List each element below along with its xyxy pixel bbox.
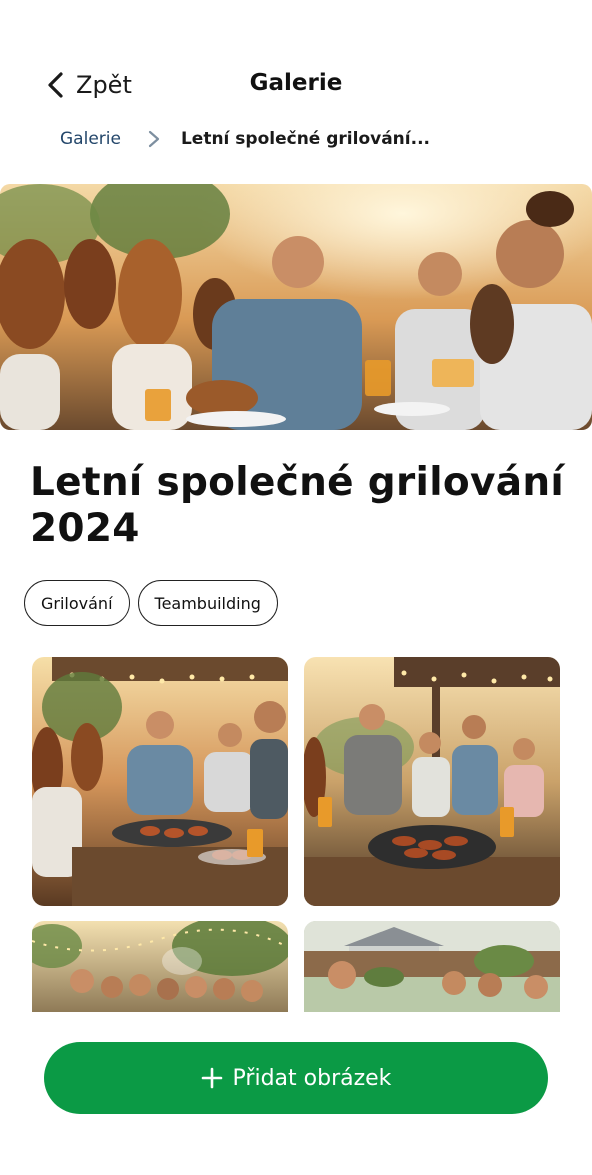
gallery-photo[interactable] [304, 921, 560, 1012]
breadcrumb-link-gallery[interactable]: Galerie [60, 129, 121, 149]
add-image-button[interactable]: Přidat obrázek [44, 1042, 548, 1114]
album-cover-image [0, 184, 592, 430]
plus-icon [201, 1067, 222, 1089]
tag-list: Grilování Teambuilding [24, 580, 278, 626]
top-bar: Zpět Galerie Galerie Letní společné gril… [0, 0, 592, 170]
chevron-right-icon [148, 130, 160, 148]
add-image-label: Přidat obrázek [232, 1065, 392, 1091]
photo-grid [32, 657, 560, 1012]
page-header-title: Galerie [249, 70, 343, 96]
gallery-photo[interactable] [32, 921, 288, 1012]
tag-chip[interactable]: Teambuilding [137, 580, 278, 626]
gallery-photo[interactable] [32, 657, 288, 906]
breadcrumb-current: Letní společné grilování... [180, 129, 430, 149]
breadcrumb: Galerie Letní společné grilování... [60, 126, 430, 152]
album-title: Letní společné grilování 2024 [30, 460, 565, 551]
gallery-photo[interactable] [304, 657, 560, 906]
tag-chip[interactable]: Grilování [24, 580, 130, 626]
